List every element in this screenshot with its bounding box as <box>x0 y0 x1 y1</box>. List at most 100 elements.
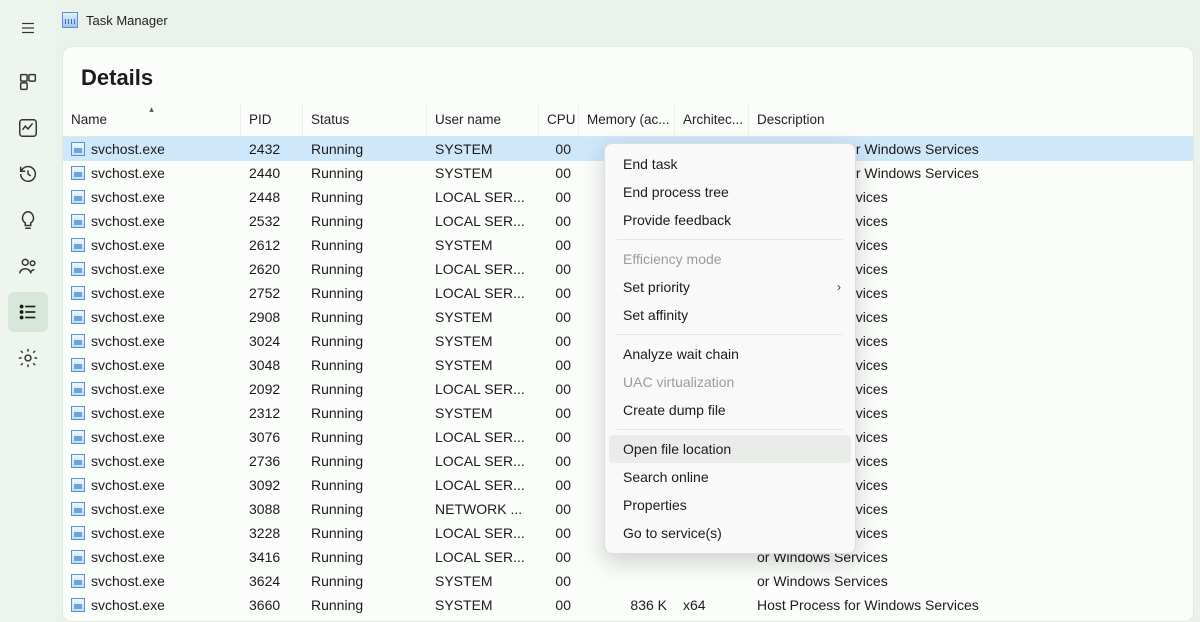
cell-status: Running <box>303 237 427 253</box>
details-tab-icon[interactable] <box>8 292 48 332</box>
process-icon <box>71 286 85 300</box>
cell-user: SYSTEM <box>427 405 539 421</box>
cell-pid: 2752 <box>241 285 303 301</box>
cell-status: Running <box>303 429 427 445</box>
cell-pid: 3076 <box>241 429 303 445</box>
cell-desc: Host Process for Windows Services <box>749 597 1193 613</box>
ctx-open-file-location[interactable]: Open file location <box>609 435 851 463</box>
title-bar: Task Manager <box>56 0 1200 40</box>
ctx-provide-feedback[interactable]: Provide feedback <box>609 206 851 234</box>
app-history-tab-icon[interactable] <box>8 154 48 194</box>
cell-pid: 2432 <box>241 141 303 157</box>
cell-cpu: 00 <box>539 381 579 397</box>
cell-cpu: 00 <box>539 237 579 253</box>
ctx-set-priority[interactable]: Set priority› <box>609 273 851 301</box>
cell-user: SYSTEM <box>427 357 539 373</box>
process-icon <box>71 454 85 468</box>
hamburger-menu-button[interactable] <box>14 14 42 42</box>
cell-status: Running <box>303 597 427 613</box>
ctx-properties[interactable]: Properties <box>609 491 851 519</box>
ctx-search-online[interactable]: Search online <box>609 463 851 491</box>
cell-user: SYSTEM <box>427 237 539 253</box>
column-status[interactable]: Status <box>303 103 427 136</box>
process-icon <box>71 214 85 228</box>
process-icon <box>71 430 85 444</box>
cell-cpu: 00 <box>539 525 579 541</box>
cell-name: svchost.exe <box>91 213 165 229</box>
cell-cpu: 00 <box>539 165 579 181</box>
cell-name: svchost.exe <box>91 525 165 541</box>
cell-cpu: 00 <box>539 261 579 277</box>
startup-apps-tab-icon[interactable] <box>8 200 48 240</box>
cell-pid: 2312 <box>241 405 303 421</box>
cell-user: LOCAL SER... <box>427 189 539 205</box>
cell-name: svchost.exe <box>91 285 165 301</box>
services-tab-icon[interactable] <box>8 338 48 378</box>
cell-name: svchost.exe <box>91 165 165 181</box>
divider <box>617 429 843 430</box>
process-icon <box>71 262 85 276</box>
ctx-efficiency-mode: Efficiency mode <box>609 245 851 273</box>
ctx-go-to-services[interactable]: Go to service(s) <box>609 519 851 547</box>
table-row[interactable]: svchost.exe3660RunningSYSTEM00836 Kx64Ho… <box>63 593 1193 617</box>
column-name[interactable]: Name▴ <box>63 103 241 136</box>
ctx-set-affinity[interactable]: Set affinity <box>609 301 851 329</box>
cell-pid: 3416 <box>241 549 303 565</box>
cell-user: SYSTEM <box>427 597 539 613</box>
cell-cpu: 00 <box>539 141 579 157</box>
sort-ascending-icon: ▴ <box>149 104 154 115</box>
processes-tab-icon[interactable] <box>8 62 48 102</box>
cell-user: LOCAL SER... <box>427 549 539 565</box>
cell-name: svchost.exe <box>91 237 165 253</box>
cell-user: LOCAL SER... <box>427 525 539 541</box>
ctx-analyze-wait-chain[interactable]: Analyze wait chain <box>609 340 851 368</box>
sidebar <box>0 0 56 622</box>
cell-pid: 3660 <box>241 597 303 613</box>
cell-cpu: 00 <box>539 429 579 445</box>
cell-status: Running <box>303 405 427 421</box>
ctx-end-process-tree[interactable]: End process tree <box>609 178 851 206</box>
cell-cpu: 00 <box>539 333 579 349</box>
users-tab-icon[interactable] <box>8 246 48 286</box>
cell-user: LOCAL SER... <box>427 381 539 397</box>
cell-pid: 3624 <box>241 573 303 589</box>
cell-cpu: 00 <box>539 501 579 517</box>
cell-cpu: 00 <box>539 573 579 589</box>
cell-status: Running <box>303 453 427 469</box>
cell-name: svchost.exe <box>91 549 165 565</box>
column-user-name[interactable]: User name <box>427 103 539 136</box>
cell-status: Running <box>303 525 427 541</box>
ctx-end-task[interactable]: End task <box>609 150 851 178</box>
cell-pid: 2448 <box>241 189 303 205</box>
cell-status: Running <box>303 165 427 181</box>
column-cpu[interactable]: CPU <box>539 103 579 136</box>
cell-name: svchost.exe <box>91 261 165 277</box>
cell-status: Running <box>303 213 427 229</box>
cell-user: SYSTEM <box>427 165 539 181</box>
cell-name: svchost.exe <box>91 405 165 421</box>
cell-user: SYSTEM <box>427 141 539 157</box>
column-memory[interactable]: Memory (ac... <box>579 103 675 136</box>
column-pid[interactable]: PID <box>241 103 303 136</box>
column-architecture[interactable]: Architec... <box>675 103 749 136</box>
cell-status: Running <box>303 381 427 397</box>
cell-pid: 2440 <box>241 165 303 181</box>
column-description[interactable]: Description <box>749 103 1193 136</box>
cell-status: Running <box>303 573 427 589</box>
cell-desc: or Windows Services <box>749 573 1193 589</box>
process-icon <box>71 406 85 420</box>
app-icon <box>62 12 78 28</box>
app-title: Task Manager <box>86 13 168 28</box>
divider <box>617 239 843 240</box>
cell-cpu: 00 <box>539 309 579 325</box>
process-icon <box>71 334 85 348</box>
cell-cpu: 00 <box>539 405 579 421</box>
cell-name: svchost.exe <box>91 189 165 205</box>
table-row[interactable]: svchost.exe3624RunningSYSTEM00or Windows… <box>63 569 1193 593</box>
ctx-create-dump-file[interactable]: Create dump file <box>609 396 851 424</box>
process-icon <box>71 358 85 372</box>
cell-name: svchost.exe <box>91 501 165 517</box>
cell-cpu: 00 <box>539 477 579 493</box>
cell-name: svchost.exe <box>91 429 165 445</box>
performance-tab-icon[interactable] <box>8 108 48 148</box>
